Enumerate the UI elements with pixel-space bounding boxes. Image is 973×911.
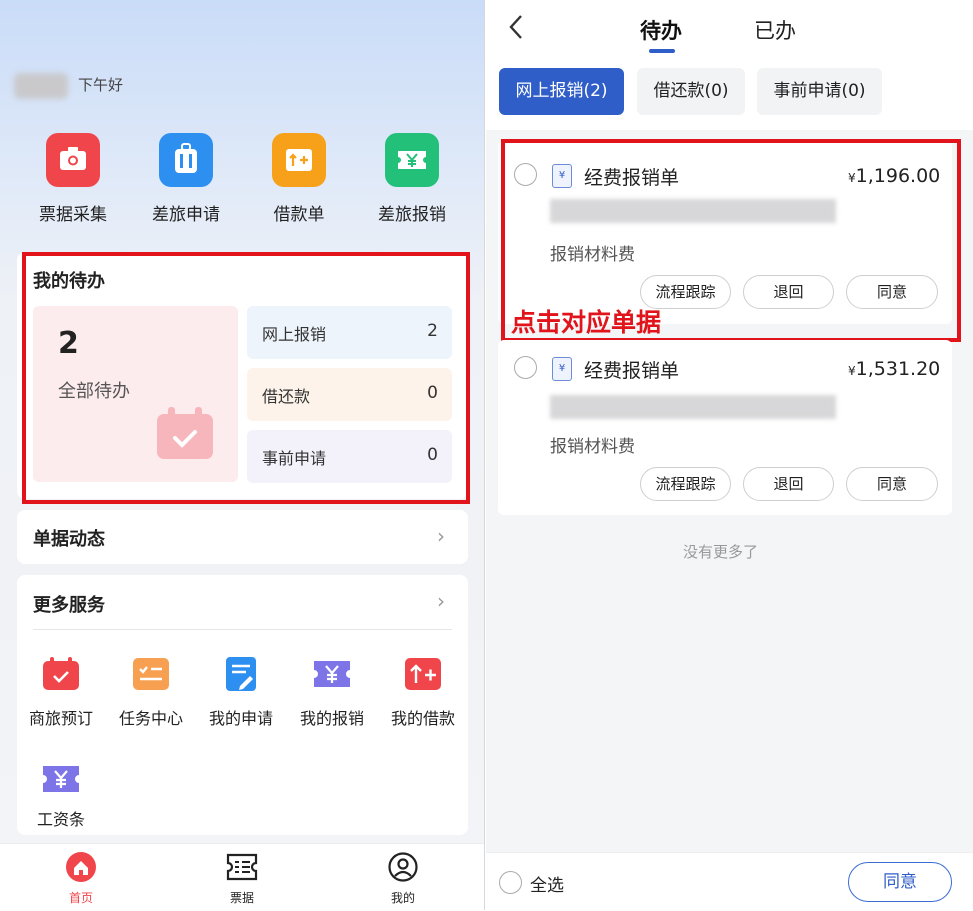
filter-chip-loan[interactable]: 借还款(0) xyxy=(637,68,745,115)
filter-chip-pre-request[interactable]: 事前申请(0) xyxy=(757,68,882,115)
service-business-travel[interactable]: 商旅预订 xyxy=(16,657,106,729)
edit-doc-icon xyxy=(222,657,260,691)
active-tab-indicator xyxy=(649,49,675,53)
home-icon xyxy=(66,852,96,882)
home-screen: 下午好 票据采集 差旅申请 借款单 差旅报销 我的待办 2 全部待办 网上报销 … xyxy=(0,0,485,910)
service-task-center[interactable]: 任务中心 xyxy=(106,657,196,729)
document-summary-blurred xyxy=(550,395,836,419)
luggage-icon xyxy=(159,133,213,187)
document-category: 报销材料费 xyxy=(550,437,635,457)
tab-pending[interactable]: 待办 xyxy=(640,15,682,45)
camera-icon xyxy=(46,133,100,187)
tab-receipts[interactable]: 票据 xyxy=(192,852,292,906)
user-icon xyxy=(388,852,418,882)
annotation-text: 点击对应单据 xyxy=(511,308,662,337)
back-chevron-icon[interactable] xyxy=(506,12,526,49)
no-more-text: 没有更多了 xyxy=(683,543,759,561)
task-list-icon xyxy=(132,657,170,691)
quick-action-travel-request[interactable]: 差旅申请 xyxy=(136,133,236,225)
tab-done[interactable]: 已办 xyxy=(754,15,796,45)
service-my-loans[interactable]: 我的借款 xyxy=(378,657,468,729)
service-payslip[interactable]: 工资条 xyxy=(16,762,106,830)
quick-action-travel-reimburse[interactable]: 差旅报销 xyxy=(362,133,462,225)
select-all-label[interactable]: 全选 xyxy=(530,871,564,896)
yen-ticket-icon xyxy=(313,657,351,691)
doc-dynamics-row[interactable]: 单据动态 › xyxy=(17,510,468,564)
loan-icon xyxy=(404,657,442,691)
reject-button[interactable]: 退回 xyxy=(743,467,834,501)
select-all-radio[interactable] xyxy=(499,871,522,894)
service-my-reimburse[interactable]: 我的报销 xyxy=(287,657,377,729)
agree-button[interactable]: 同意 xyxy=(846,467,938,501)
highlight-box-todo xyxy=(22,252,470,504)
tab-home[interactable]: 首页 xyxy=(31,852,131,906)
receipt-icon xyxy=(226,853,258,881)
select-radio[interactable] xyxy=(514,356,537,379)
salary-icon xyxy=(42,762,80,796)
tab-me[interactable]: 我的 xyxy=(353,852,453,906)
chevron-right-icon: › xyxy=(437,524,445,548)
loan-icon xyxy=(272,133,326,187)
chevron-right-icon[interactable]: › xyxy=(437,589,445,613)
more-services-title: 更多服务 xyxy=(33,595,105,616)
user-name-blurred xyxy=(14,73,68,99)
document-amount: ¥1,531.20 xyxy=(848,358,941,380)
ticket-yen-icon xyxy=(385,133,439,187)
track-flow-button[interactable]: 流程跟踪 xyxy=(640,467,731,501)
document-title: 经费报销单 xyxy=(584,360,680,382)
agree-all-button[interactable]: 同意 xyxy=(848,862,952,902)
filter-chip-online-reimburse[interactable]: 网上报销(2) xyxy=(499,68,624,115)
quick-action-loan[interactable]: 借款单 xyxy=(249,133,349,225)
greeting-text: 下午好 xyxy=(78,76,124,94)
quick-action-receipt-collect[interactable]: 票据采集 xyxy=(23,133,123,225)
divider xyxy=(33,629,452,630)
service-my-requests[interactable]: 我的申请 xyxy=(196,657,286,729)
document-icon: ¥ xyxy=(552,357,572,381)
calendar-check-icon xyxy=(42,657,80,691)
